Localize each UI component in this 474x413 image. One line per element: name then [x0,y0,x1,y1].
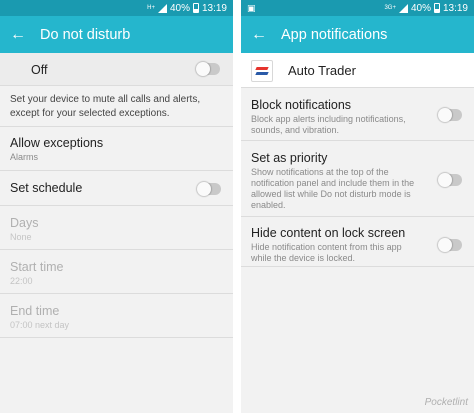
battery-icon [433,3,440,13]
days-value: None [10,232,32,242]
end-time-item[interactable]: End time 07:00 next day [0,294,233,338]
page-title: App notifications [281,26,388,43]
dnd-master-toggle[interactable] [196,62,220,76]
set-as-priority-toggle[interactable] [438,173,462,187]
days-item[interactable]: Days None [0,206,233,250]
network-type: 3G+ [384,5,396,11]
set-schedule-item[interactable]: Set schedule [0,171,233,206]
battery-percent: 40% [410,2,431,14]
dnd-screen: H+ 40% 13:19 ← Do not disturb Off Set yo… [0,0,233,413]
dnd-master-label: Off [31,63,48,77]
start-time-title: Start time [10,260,64,274]
signal-icon [398,3,408,13]
page-title: Do not disturb [40,26,131,43]
end-time-title: End time [10,304,60,318]
app-name: Auto Trader [288,63,356,78]
block-notifications-item[interactable]: Block notifications Block app alerts inc… [241,88,474,141]
block-notifications-desc: Block app alerts including notifications… [251,114,406,135]
hide-content-toggle[interactable] [438,238,462,252]
dnd-master-switch-row[interactable]: Off [0,53,233,86]
back-arrow-icon[interactable]: ← [251,26,269,43]
image-icon: ▣ [247,2,256,13]
block-notifications-toggle[interactable] [438,108,462,122]
allow-exceptions-item[interactable]: Allow exceptions Alarms [0,127,233,171]
allow-exceptions-title: Allow exceptions [10,136,104,150]
days-title: Days [10,216,39,230]
app-bar: ← Do not disturb [0,16,233,53]
auto-trader-logo-icon [251,60,273,82]
app-header: Auto Trader [241,53,474,88]
hide-content-desc: Hide notification content from this app … [251,242,402,263]
set-as-priority-title: Set as priority [251,151,328,165]
hide-content-title: Hide content on lock screen [251,226,406,240]
network-type: H+ [147,5,155,11]
app-bar: ← App notifications [241,16,474,53]
set-schedule-title: Set schedule [10,181,83,195]
block-notifications-title: Block notifications [251,98,352,112]
watermark-logo: Pocketlint [424,397,468,408]
battery-percent: 40% [169,2,190,14]
set-schedule-toggle[interactable] [197,182,221,196]
back-arrow-icon[interactable]: ← [10,26,28,43]
allow-exceptions-value: Alarms [10,152,39,162]
signal-icon [157,3,167,13]
set-as-priority-item[interactable]: Set as priority Show notifications at th… [241,141,474,217]
clock: 13:19 [442,2,468,14]
set-as-priority-desc: Show notifications at the top of the not… [251,167,415,210]
status-bar: ▣ 3G+ 40% 13:19 [241,0,474,16]
battery-icon [192,3,199,13]
app-notifications-screen: ▣ 3G+ 40% 13:19 ← App notifications Auto… [241,0,474,413]
hide-content-item[interactable]: Hide content on lock screen Hide notific… [241,217,474,267]
end-time-value: 07:00 next day [10,320,70,330]
start-time-item[interactable]: Start time 22:00 [0,250,233,294]
start-time-value: 22:00 [10,276,33,286]
description-text: Set your device to mute all calls and al… [10,94,201,119]
dnd-description: Set your device to mute all calls and al… [0,86,233,127]
clock: 13:19 [201,2,227,14]
status-bar: H+ 40% 13:19 [0,0,233,16]
